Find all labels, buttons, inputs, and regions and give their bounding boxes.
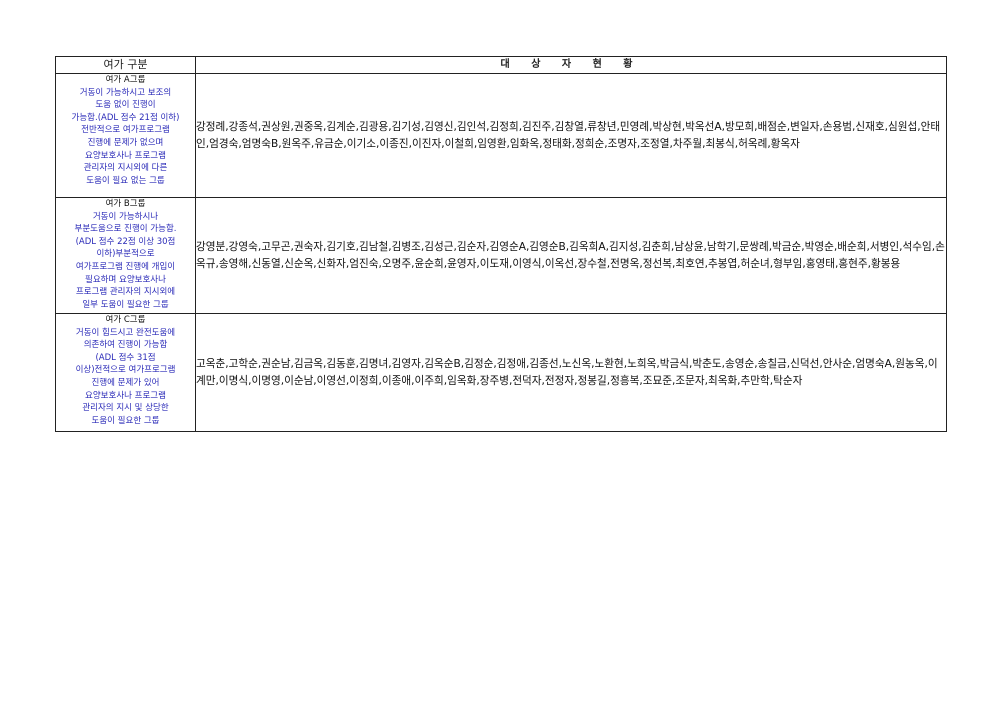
group-b-desc-line: 필요하며 요양보호사나	[85, 274, 166, 285]
group-row-c: 여가 C그룹 거동이 힘드시고 완전도움에 의존하여 진행이 가능함 (ADL …	[55, 313, 947, 432]
group-a-desc-line: 요양보호사나 프로그램	[85, 150, 166, 161]
group-c-desc-line: 거동이 힘드시고 완전도움에	[75, 327, 176, 338]
group-c-desc-line: 의존하여 진행이 가능함	[83, 340, 168, 351]
group-row-b: 여가 B그룹 거동이 가능하시나 부분도움으로 진행이 가능함. (ADL 점수…	[55, 197, 947, 314]
group-a-desc-line: 가능함.(ADL 점수 21점 이하)	[71, 112, 180, 123]
group-a-participant-names: 강정례,강종석,권상원,권중옥,김계순,김광용,김기성,김영신,김인석,김정희,…	[195, 73, 947, 198]
header-participant-status: 대 상 자 현 황	[195, 56, 947, 74]
group-a-desc-line: 거동이 가능하시고 보조의	[79, 87, 172, 98]
group-b-desc-line: 거동이 가능하시나	[92, 211, 159, 222]
group-c-desc-line: 요양보호사나 프로그램	[85, 390, 166, 401]
group-a-label-cell: 여가 A그룹 거동이 가능하시고 보조의 도움 없이 진행이 가능함.(ADL …	[55, 73, 196, 198]
group-b-label-cell: 여가 B그룹 거동이 가능하시나 부분도움으로 진행이 가능함. (ADL 점수…	[55, 197, 196, 314]
group-a-desc-line: 도움 없이 진행이	[95, 100, 156, 111]
group-a-desc-line: 관리자의 지시외에 다른	[83, 163, 168, 174]
group-b-title: 여가 B그룹	[105, 199, 146, 209]
group-b-desc-line: (ADL 점수 22점 이상 30점	[75, 236, 176, 247]
group-c-desc-line: 이상)전적으로 여가프로그램	[75, 365, 176, 376]
group-c-desc-line: 진행에 문제가 있어	[91, 377, 160, 388]
leisure-group-table: 여가 구분 대 상 자 현 황 여가 A그룹 거동이 가능하시고 보조의 도움 …	[55, 56, 947, 432]
header-group-category: 여가 구분	[55, 56, 196, 74]
group-b-desc-line: 프로그램 관리자의 지시외에	[75, 287, 176, 298]
group-c-desc-line: 관리자의 지시 및 상당한	[82, 403, 169, 414]
group-c-participant-names: 고옥춘,고학순,권순남,김금옥,김동훈,김명녀,김영자,김옥순B,김정순,김정애…	[195, 313, 947, 432]
group-b-desc-line: 부분도움으로 진행이 가능함.	[74, 224, 177, 235]
group-a-desc-line: 도움이 필요 없는 그룹	[86, 175, 165, 186]
group-c-desc-line: (ADL 점수 31점	[95, 352, 156, 363]
group-b-desc-line: 여가프로그램 진행에 개입이	[75, 261, 176, 272]
header-row: 여가 구분 대 상 자 현 황	[55, 56, 947, 74]
group-a-desc-line: 진행에 문제가 없으며	[87, 137, 164, 148]
group-c-label-cell: 여가 C그룹 거동이 힘드시고 완전도움에 의존하여 진행이 가능함 (ADL …	[55, 313, 196, 432]
group-c-title: 여가 C그룹	[105, 315, 146, 325]
group-b-participant-names: 강영분,강영숙,고무곤,권숙자,김기호,김남철,김병조,김성근,김순자,김영순A…	[195, 197, 947, 314]
group-c-desc-line: 도움이 필요한 그룹	[91, 415, 160, 426]
group-a-title: 여가 A그룹	[105, 75, 146, 85]
group-a-desc-line: 전반적으로 여가프로그램	[81, 125, 170, 136]
group-b-desc-line: 이하)부분적으로	[96, 249, 155, 260]
group-b-desc-line: 일부 도움이 필요한 그룹	[82, 299, 169, 310]
group-row-a: 여가 A그룹 거동이 가능하시고 보조의 도움 없이 진행이 가능함.(ADL …	[55, 73, 947, 198]
